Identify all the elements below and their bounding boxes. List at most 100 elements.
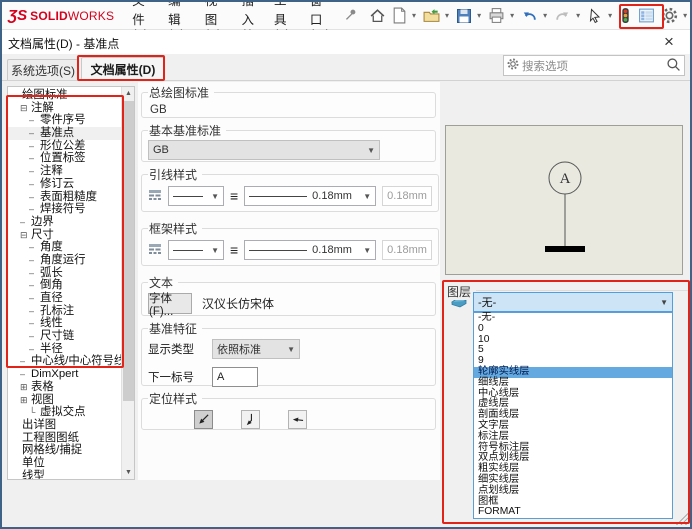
traffic-light-icon[interactable]	[617, 6, 634, 25]
tree-expander-icon[interactable]: ⊟	[20, 102, 31, 115]
leader-custom-thickness-field[interactable]: 0.18mm	[382, 186, 432, 206]
tree-item[interactable]: –中心线/中心符号线	[8, 355, 121, 368]
redo-dropdown-caret[interactable]: ▾	[576, 11, 580, 20]
options-dropdown-caret[interactable]: ▾	[683, 11, 687, 20]
tree-item[interactable]: 单位	[8, 457, 121, 470]
tree-item[interactable]: –焊接符号	[8, 203, 121, 216]
tree-expander-icon[interactable]: –	[29, 279, 40, 292]
print-icon[interactable]	[486, 6, 507, 25]
close-icon[interactable]: ×	[658, 31, 680, 53]
options-gear-icon[interactable]	[659, 6, 680, 25]
tree-item[interactable]: 出详图	[8, 419, 121, 432]
frame-thickness-combobox[interactable]: 0.18mm ▼	[244, 240, 376, 260]
leader-line-style-combobox[interactable]: ▼	[168, 186, 224, 206]
leader-thickness-combobox[interactable]: 0.18mm ▼	[244, 186, 376, 206]
tree-expander-icon[interactable]: –	[29, 317, 40, 330]
display-type-combobox[interactable]: 依照标准 ▼	[212, 339, 300, 359]
scroll-up-icon[interactable]: ▲	[122, 87, 135, 100]
tree-expander-icon[interactable]: └	[29, 406, 40, 419]
base-standard-combobox[interactable]: GB ▼	[148, 140, 380, 160]
resize-grip[interactable]	[676, 513, 688, 525]
tree-expander-icon[interactable]: –	[20, 355, 31, 368]
tree-expander-icon[interactable]: –	[20, 368, 31, 381]
tree-expander-icon[interactable]: –	[29, 330, 40, 343]
tree-item[interactable]: –修订云	[8, 178, 121, 191]
rebuild-list-icon[interactable]	[636, 6, 657, 25]
layer-option[interactable]: 10	[474, 335, 672, 346]
select-cursor-icon[interactable]	[585, 7, 605, 25]
tree-item[interactable]: –尺寸链	[8, 330, 121, 343]
tree-item[interactable]: –零件序号	[8, 114, 121, 127]
tree-expander-icon[interactable]: –	[29, 191, 40, 204]
attachment-horizontal-leader-button[interactable]	[288, 410, 307, 429]
tree-item[interactable]: –弧长	[8, 267, 121, 280]
undo-icon[interactable]	[519, 6, 540, 25]
tree-expander-icon[interactable]: –	[29, 305, 40, 318]
scroll-down-icon[interactable]: ▼	[122, 466, 135, 479]
tree-expander-icon[interactable]: ⊞	[20, 381, 31, 394]
tree-item[interactable]: ⊞视图	[8, 394, 121, 407]
search-icon[interactable]	[666, 57, 681, 75]
tree-expander-icon[interactable]: –	[29, 178, 40, 191]
layer-option[interactable]: -无-	[474, 313, 672, 324]
font-button[interactable]: 字体(F)...	[148, 293, 192, 314]
layer-option[interactable]: 标注层	[474, 432, 672, 443]
next-label-field[interactable]: A	[212, 367, 258, 387]
tree-expander-icon[interactable]: –	[29, 343, 40, 356]
tree-expander-icon[interactable]: –	[20, 216, 31, 229]
open-dropdown-caret[interactable]: ▾	[445, 11, 449, 20]
tree-expander-icon[interactable]: –	[29, 114, 40, 127]
layer-combobox[interactable]: -无- ▼	[473, 292, 673, 312]
attachment-diagonal-leader-button[interactable]	[194, 410, 213, 429]
tree-scrollbar[interactable]: ▲ ▼	[121, 87, 134, 479]
tree-expander-icon[interactable]: –	[29, 152, 40, 165]
tree-item[interactable]: –位置标签	[8, 152, 121, 165]
tree-item[interactable]: –边界	[8, 216, 121, 229]
tree-item[interactable]: –孔标注	[8, 305, 121, 318]
layer-option[interactable]: FORMAT	[474, 507, 672, 518]
tree-item[interactable]: └虚拟交点	[8, 406, 121, 419]
select-cursor-dropdown-caret[interactable]: ▾	[608, 11, 612, 20]
tree-expander-icon[interactable]: –	[29, 165, 40, 178]
scrollbar-thumb[interactable]	[123, 101, 134, 401]
tree-expander-icon[interactable]: –	[29, 292, 40, 305]
save-dropdown-caret[interactable]: ▾	[477, 11, 481, 20]
tree-item[interactable]: –角度	[8, 241, 121, 254]
tree-item[interactable]: 工程图图纸	[8, 432, 121, 445]
home-icon[interactable]	[367, 6, 388, 25]
layer-option[interactable]: 细线层	[474, 378, 672, 389]
tree-item[interactable]: ⊟尺寸	[8, 229, 121, 242]
undo-dropdown-caret[interactable]: ▾	[543, 11, 547, 20]
tree-item[interactable]: –倒角	[8, 279, 121, 292]
tree-expander-icon[interactable]: –	[29, 267, 40, 280]
tree-expander-icon[interactable]: –	[29, 254, 40, 267]
tree-item[interactable]: ⊟注解	[8, 102, 121, 115]
layer-option[interactable]: 点划线层	[474, 486, 672, 497]
tree-item[interactable]: ⊞表格	[8, 381, 121, 394]
pin-menu-icon[interactable]	[344, 8, 357, 24]
save-icon[interactable]	[454, 7, 474, 25]
tree-item[interactable]: –注释	[8, 165, 121, 178]
tree-item[interactable]: –基准点	[8, 127, 121, 140]
search-options-box[interactable]: 搜索选项	[503, 55, 685, 76]
layer-option[interactable]: 5	[474, 345, 672, 356]
frame-line-style-combobox[interactable]: ▼	[168, 240, 224, 260]
tree-expander-icon[interactable]: –	[29, 241, 40, 254]
tree-item[interactable]: –形位公差	[8, 140, 121, 153]
tree-expander-icon[interactable]: ⊞	[20, 394, 31, 407]
tree-item[interactable]: 绘图标准	[8, 89, 121, 102]
tab-system-options[interactable]: 系统选项(S)	[7, 59, 79, 80]
layer-option[interactable]: 0	[474, 324, 672, 335]
open-icon[interactable]	[421, 6, 442, 25]
print-dropdown-caret[interactable]: ▾	[510, 11, 514, 20]
new-document-icon[interactable]	[390, 6, 409, 25]
tree-expander-icon[interactable]: –	[29, 140, 40, 153]
frame-custom-thickness-field[interactable]: 0.18mm	[382, 240, 432, 260]
attachment-vertical-leader-button[interactable]	[241, 410, 260, 429]
tree-item[interactable]: 线型	[8, 470, 121, 480]
tree-item[interactable]: –半径	[8, 343, 121, 356]
tree-item[interactable]: 网格线/捕捉	[8, 444, 121, 457]
new-document-dropdown-caret[interactable]: ▾	[412, 11, 416, 20]
tree-item[interactable]: –直径	[8, 292, 121, 305]
tree-expander-icon[interactable]: –	[29, 127, 40, 140]
